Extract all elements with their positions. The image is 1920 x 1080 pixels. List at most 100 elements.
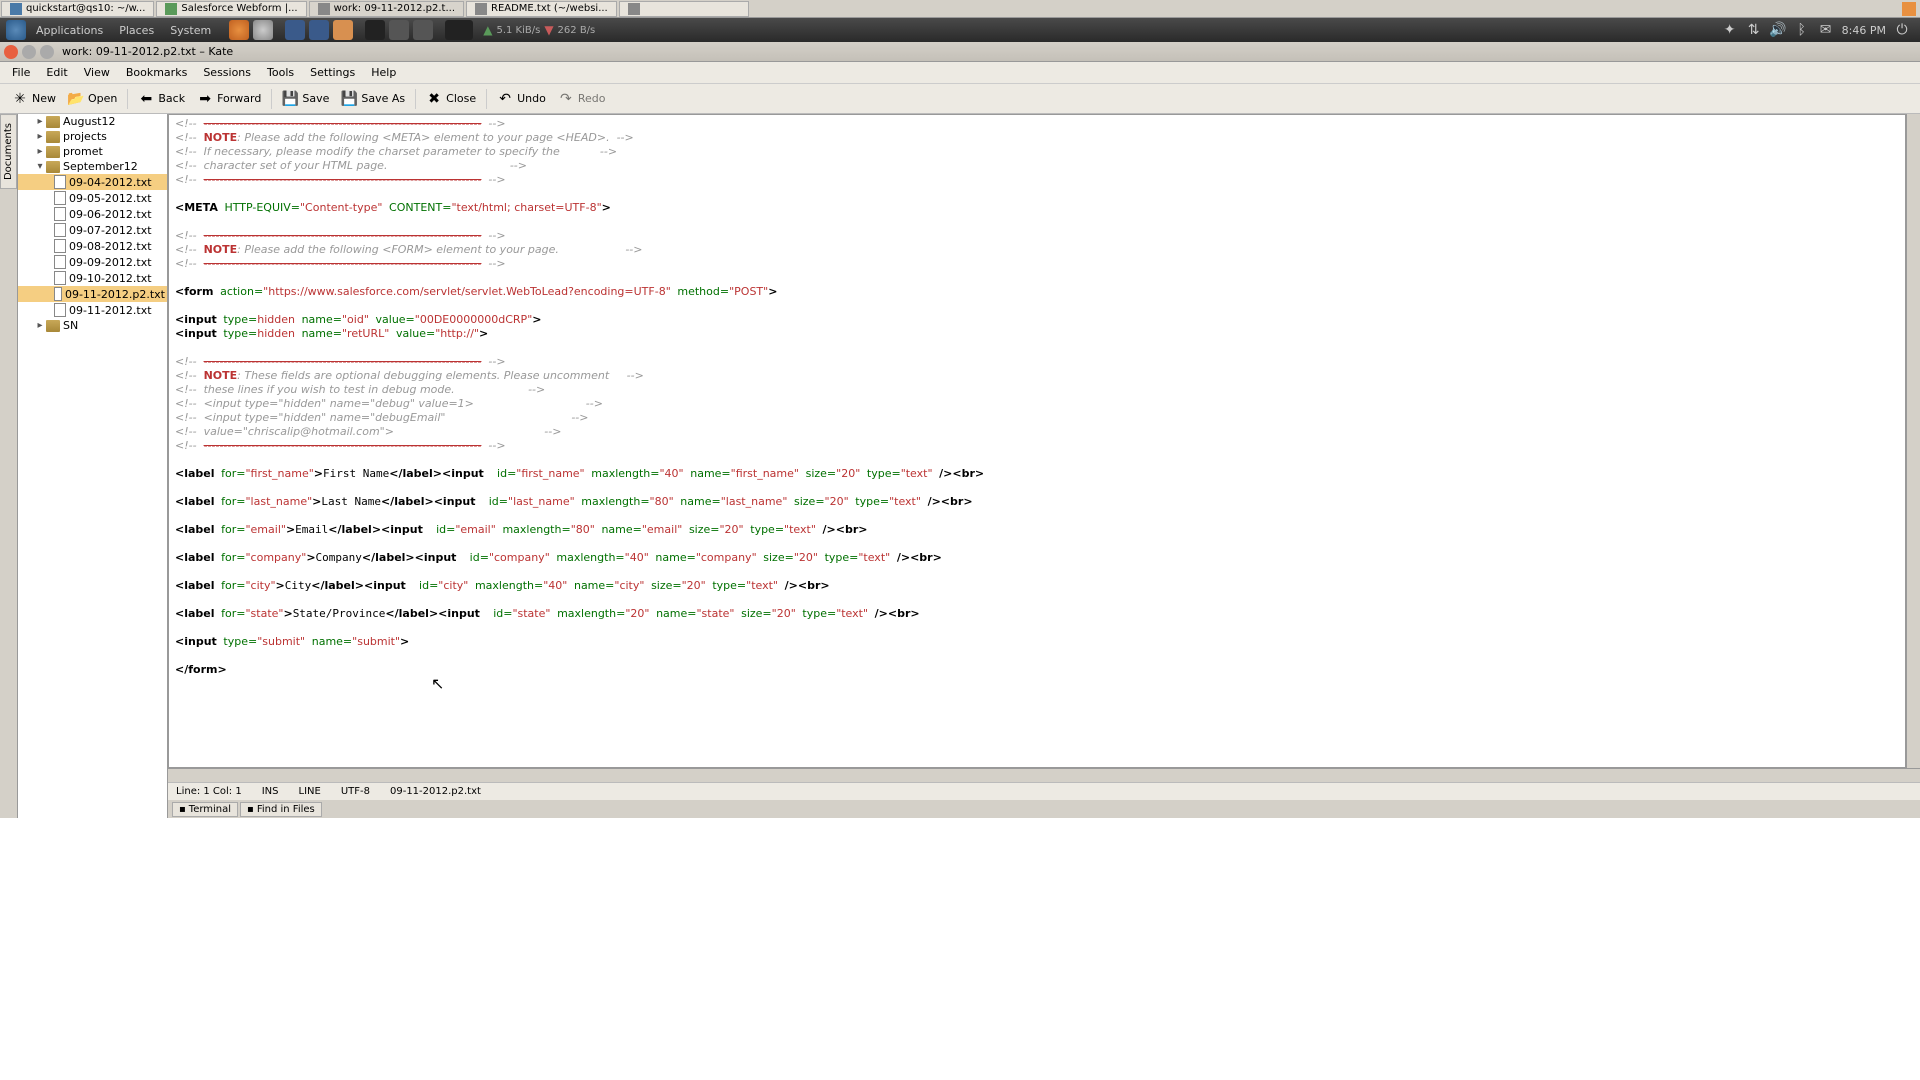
tree-file[interactable]: 09-07-2012.txt — [18, 222, 167, 238]
tree-file[interactable]: 09-11-2012.txt — [18, 302, 167, 318]
gnome-menu-applications[interactable]: Applications — [28, 24, 111, 37]
gnome-menu-places[interactable]: Places — [111, 24, 162, 37]
documents-side-tab[interactable]: Documents — [0, 114, 17, 189]
launcher-icon[interactable] — [309, 20, 329, 40]
terminal-icon: ▪ — [247, 804, 254, 815]
tree-file[interactable]: 09-05-2012.txt — [18, 190, 167, 206]
menu-sessions[interactable]: Sessions — [195, 63, 259, 82]
file-icon — [54, 175, 66, 189]
virtualbox-launcher-icon[interactable] — [285, 20, 305, 40]
file-name: 09-08-2012.txt — [69, 240, 152, 253]
power-icon[interactable]: ⏻ — [1894, 22, 1910, 38]
saveas-button[interactable]: 💾Save As — [335, 88, 411, 110]
selection-mode: LINE — [299, 786, 321, 797]
menu-label: Bookmarks — [126, 66, 187, 79]
vertical-scrollbar[interactable] — [1906, 114, 1920, 768]
filename: 09-11-2012.p2.txt — [390, 786, 481, 797]
window-minimize-button[interactable] — [22, 45, 36, 59]
back-button[interactable]: ⬅Back — [132, 88, 191, 110]
file-name: 09-04-2012.txt — [69, 176, 152, 189]
expand-icon[interactable]: ▸ — [34, 146, 46, 157]
menu-view[interactable]: View — [76, 63, 118, 82]
close-button[interactable]: ✖Close — [420, 88, 482, 110]
taskbar-item[interactable]: README.txt (~/websi... — [466, 1, 617, 17]
back-icon: ⬅ — [138, 91, 154, 107]
menu-label: Settings — [310, 66, 355, 79]
taskbar-item[interactable]: quickstart@qs10: ~/w... — [1, 1, 154, 17]
bottom-tab-terminal[interactable]: ▪Terminal — [172, 802, 238, 817]
launcher-icon[interactable] — [389, 20, 409, 40]
open-button[interactable]: 📂Open — [62, 88, 123, 110]
tray-volume-icon[interactable]: 🔊 — [1770, 22, 1786, 38]
forward-button[interactable]: ➡Forward — [191, 88, 267, 110]
menu-label: View — [84, 66, 110, 79]
menu-tools[interactable]: Tools — [259, 63, 302, 82]
app-icon — [318, 3, 330, 15]
tree-folder[interactable]: ▸ promet — [18, 144, 167, 159]
gnome-menu-system[interactable]: System — [162, 24, 219, 37]
taskbar-item[interactable]: work: 09-11-2012.p2.t... — [309, 1, 464, 17]
horizontal-scrollbar[interactable] — [168, 768, 1920, 782]
folder-name: SN — [63, 319, 78, 332]
window-close-button[interactable] — [4, 45, 18, 59]
file-name: 09-05-2012.txt — [69, 192, 152, 205]
window-maximize-button[interactable] — [40, 45, 54, 59]
menu-label: File — [12, 66, 30, 79]
menu-file[interactable]: File — [4, 63, 38, 82]
tree-folder[interactable]: ▸ SN — [18, 318, 167, 333]
menu-help[interactable]: Help — [363, 63, 404, 82]
tree-file[interactable]: 09-06-2012.txt — [18, 206, 167, 222]
toolbar-separator — [127, 89, 128, 109]
status-bar: Line: 1 Col: 1 INS LINE UTF-8 09-11-2012… — [168, 782, 1920, 800]
code-editor[interactable]: <!-- -----------------------------------… — [168, 114, 1906, 768]
tree-folder[interactable]: ▾ September12 — [18, 159, 167, 174]
save-button[interactable]: 💾Save — [276, 88, 335, 110]
app-icon — [10, 3, 22, 15]
firefox-launcher-icon[interactable] — [229, 20, 249, 40]
tree-folder[interactable]: ▸projects — [18, 129, 167, 144]
tree-file[interactable]: 09-04-2012.txt — [18, 174, 167, 190]
main-menu-icon[interactable] — [6, 20, 26, 40]
tray-network-icon[interactable]: ⇅ — [1746, 22, 1762, 38]
terminal-launcher-icon[interactable] — [365, 20, 385, 40]
tree-file[interactable]: 09-08-2012.txt — [18, 238, 167, 254]
bottom-tab-find-in-files[interactable]: ▪Find in Files — [240, 802, 322, 817]
menu-bookmarks[interactable]: Bookmarks — [118, 63, 195, 82]
app-icon — [165, 3, 177, 15]
tree-file[interactable]: 09-11-2012.p2.txt — [18, 286, 167, 302]
expand-icon[interactable]: ▸ — [34, 320, 46, 331]
folder-name: September12 — [63, 160, 138, 173]
new-button[interactable]: ✳New — [6, 88, 62, 110]
menu-edit[interactable]: Edit — [38, 63, 75, 82]
file-name: 09-11-2012.p2.txt — [65, 288, 165, 301]
redo-icon: ↷ — [558, 91, 574, 107]
button-label: Open — [88, 92, 117, 105]
folder-icon — [46, 161, 60, 173]
menu-settings[interactable]: Settings — [302, 63, 363, 82]
tree-file[interactable]: 09-09-2012.txt — [18, 254, 167, 270]
toolbar: ✳New📂Open ⬅Back➡Forward 💾Save💾Save As ✖Clos… — [0, 84, 1920, 114]
tray-bluetooth-icon[interactable]: ᛒ — [1794, 22, 1810, 38]
clock[interactable]: 8:46 PM — [1842, 24, 1886, 37]
file-tree[interactable]: ▸August12▸projects▸promet▾September1209-… — [18, 114, 168, 818]
menu-label: Tools — [267, 66, 294, 79]
folder-name: promet — [63, 145, 103, 158]
desktop-switch-icon[interactable] — [1902, 2, 1916, 16]
launcher-icon[interactable] — [413, 20, 433, 40]
launcher-icon[interactable] — [333, 20, 353, 40]
tree-file[interactable]: 09-10-2012.txt — [18, 270, 167, 286]
tray-puzzle-icon[interactable]: ✦ — [1722, 22, 1738, 38]
undo-button[interactable]: ↶Undo — [491, 88, 552, 110]
taskbar-item[interactable] — [619, 1, 749, 17]
tree-folder[interactable]: ▸August12 — [18, 114, 167, 129]
expand-icon[interactable]: ▸ — [34, 131, 46, 142]
collapse-icon[interactable]: ▾ — [34, 161, 46, 172]
launcher-icon[interactable] — [445, 20, 473, 40]
expand-icon[interactable]: ▸ — [34, 116, 46, 127]
taskbar-item[interactable]: Salesforce Webform |... — [156, 1, 306, 17]
tray-mail-icon[interactable]: ✉ — [1818, 22, 1834, 38]
redo-button: ↷Redo — [552, 88, 612, 110]
file-icon — [54, 255, 66, 269]
chrome-launcher-icon[interactable] — [253, 20, 273, 40]
file-icon — [54, 207, 66, 221]
